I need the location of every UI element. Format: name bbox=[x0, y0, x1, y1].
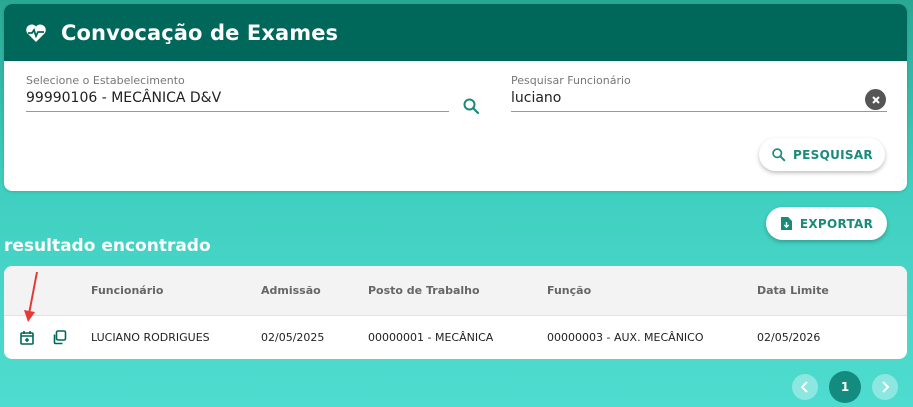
file-download-icon bbox=[780, 217, 792, 230]
establishment-label: Selecione o Estabelecimento bbox=[26, 74, 185, 87]
column-header-workstation: Posto de Trabalho bbox=[368, 284, 480, 297]
page-1-button[interactable]: 1 bbox=[829, 371, 861, 403]
cell-employee: LUCIANO RODRIGUES bbox=[91, 331, 210, 344]
cell-admission: 02/05/2025 bbox=[261, 331, 325, 344]
cell-workstation: 00000001 - MECÂNICA bbox=[368, 331, 494, 344]
chevron-right-icon bbox=[882, 381, 890, 393]
annotation-arrow-icon bbox=[24, 271, 38, 322]
heartbeat-icon bbox=[24, 21, 48, 45]
establishment-field[interactable]: Selecione o Estabelecimento 99990106 - M… bbox=[26, 74, 449, 112]
column-header-deadline: Data Limite bbox=[757, 284, 829, 297]
search-icon bbox=[772, 148, 786, 162]
employee-search-field[interactable]: Pesquisar Funcionário luciano bbox=[511, 74, 887, 112]
employee-search-input[interactable]: luciano bbox=[511, 90, 887, 106]
results-table: Funcionário Admissão Posto de Trabalho F… bbox=[4, 266, 907, 359]
previous-page-button[interactable] bbox=[792, 374, 818, 400]
clear-icon[interactable] bbox=[865, 89, 886, 110]
results-title: resultado encontrado bbox=[4, 236, 211, 256]
copy-icon[interactable] bbox=[52, 330, 67, 349]
table-header: Funcionário Admissão Posto de Trabalho F… bbox=[4, 266, 907, 316]
column-header-function: Função bbox=[547, 284, 592, 297]
search-button[interactable]: PESQUISAR bbox=[759, 138, 885, 171]
employee-search-label: Pesquisar Funcionário bbox=[511, 74, 631, 87]
card-header: Convocação de Exames bbox=[4, 4, 907, 61]
chevron-left-icon bbox=[800, 381, 808, 393]
page-title: Convocação de Exames bbox=[61, 20, 339, 45]
export-button-label: EXPORTAR bbox=[799, 216, 874, 231]
search-establishment-icon[interactable] bbox=[462, 97, 480, 115]
establishment-value[interactable]: 99990106 - MECÂNICA D&V bbox=[26, 90, 449, 106]
employee-search-underline bbox=[511, 111, 887, 112]
search-button-label: PESQUISAR bbox=[793, 147, 873, 162]
filter-card: Convocação de Exames Selecione o Estabel… bbox=[4, 4, 907, 191]
next-page-button[interactable] bbox=[872, 374, 898, 400]
column-header-admission: Admissão bbox=[261, 284, 321, 297]
establishment-underline bbox=[26, 111, 449, 112]
table-row: LUCIANO RODRIGUES 02/05/2025 00000001 - … bbox=[4, 316, 907, 359]
export-button[interactable]: EXPORTAR bbox=[766, 207, 887, 240]
calendar-add-icon[interactable] bbox=[20, 330, 34, 349]
column-header-employee: Funcionário bbox=[91, 284, 164, 297]
cell-function: 00000003 - AUX. MECÂNICO bbox=[547, 331, 704, 344]
cell-deadline: 02/05/2026 bbox=[757, 331, 821, 344]
